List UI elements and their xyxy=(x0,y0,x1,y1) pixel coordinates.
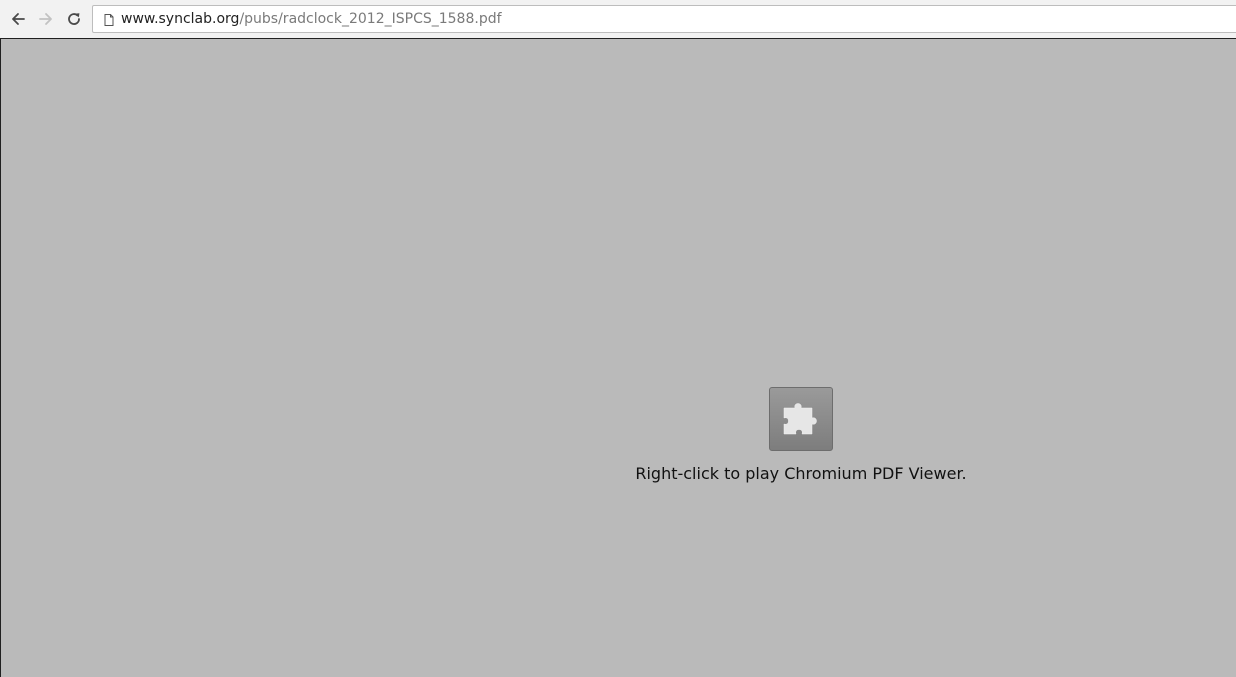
forward-button[interactable] xyxy=(34,7,58,31)
browser-toolbar: www.synclab.org/pubs/radclock_2012_ISPCS… xyxy=(0,0,1236,38)
reload-icon xyxy=(66,11,82,27)
back-button[interactable] xyxy=(6,7,30,31)
arrow-left-icon xyxy=(10,11,26,27)
document-icon xyxy=(102,12,116,26)
plugin-button[interactable] xyxy=(769,387,833,451)
url-host: www.synclab.org xyxy=(121,11,240,27)
plugin-placeholder[interactable]: Right-click to play Chromium PDF Viewer. xyxy=(621,387,981,487)
url-text[interactable]: www.synclab.org/pubs/radclock_2012_ISPCS… xyxy=(121,11,502,28)
address-bar[interactable]: www.synclab.org/pubs/radclock_2012_ISPCS… xyxy=(92,5,1236,33)
url-path: /pubs/radclock_2012_ISPCS_1588.pdf xyxy=(239,11,502,27)
plugin-message: Right-click to play Chromium PDF Viewer. xyxy=(635,464,967,483)
page-content: Right-click to play Chromium PDF Viewer. xyxy=(0,38,1236,677)
arrow-right-icon xyxy=(38,11,54,27)
reload-button[interactable] xyxy=(62,7,86,31)
